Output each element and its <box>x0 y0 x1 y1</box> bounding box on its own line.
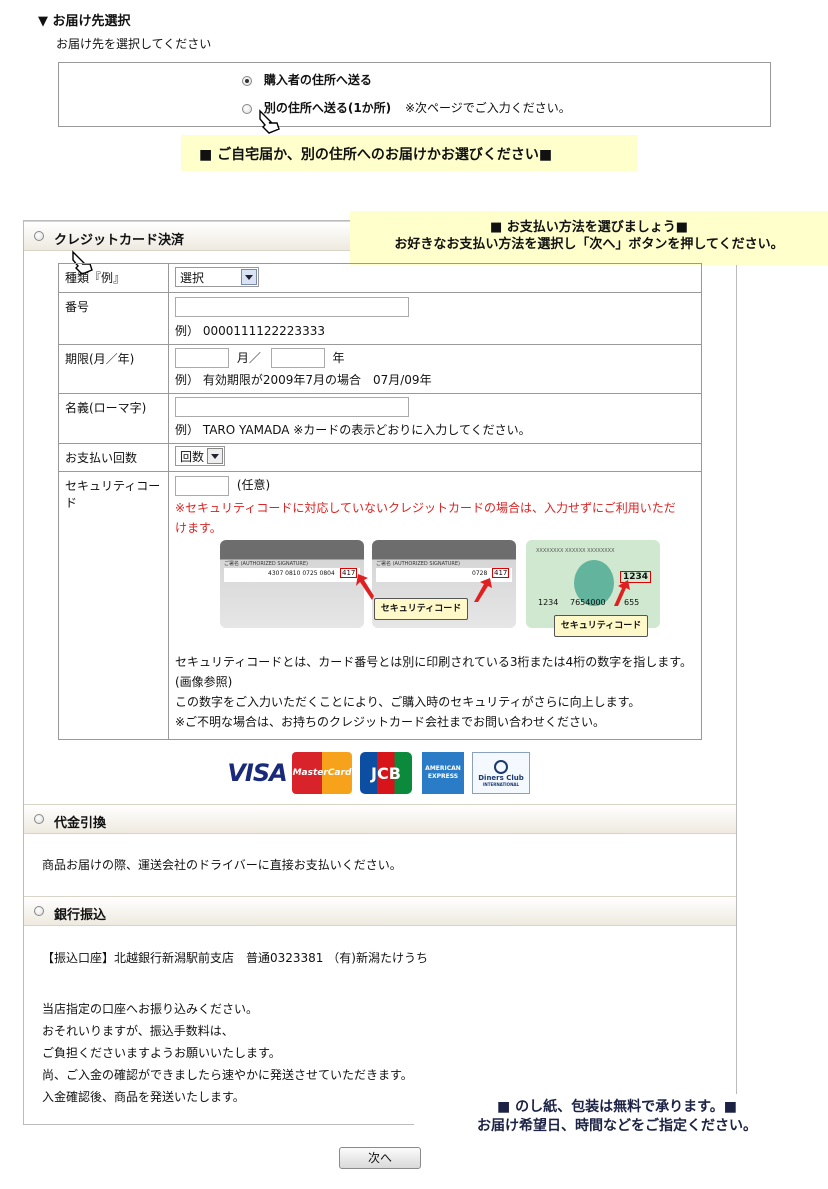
table-row: 番号 例） 0000111122223333 <box>58 292 702 345</box>
option-other-radio[interactable] <box>242 103 252 114</box>
name-cell: 例） TARO YAMADA ※カードの表示どおりに入力してください。 <box>168 393 702 444</box>
visa-logo: VISA <box>226 752 288 794</box>
diners-logo-text: Diners Club <box>478 773 524 782</box>
security-code-tag: セキュリティコード <box>554 615 648 637</box>
amex-logo-text: AMERICAN EXPRESS <box>425 765 461 780</box>
next-button-label: 次へ <box>367 1151 392 1165</box>
installments-cell: 回数 <box>168 443 702 472</box>
credit-header-label: クレジットカード決済 <box>54 233 185 248</box>
bank-line3: ご負担くださいますようお願いいたします。 <box>42 1046 281 1060</box>
diners-logo-sub: INTERNATIONAL <box>482 781 520 787</box>
card-back-image-1: ご署名 (AUTHORIZED SIGNATURE) 4307 0810 072… <box>220 540 364 628</box>
bank-line2: おそれいりますが、振込手数料は、 <box>42 1024 234 1038</box>
security-label: セキュリティコード <box>58 471 169 740</box>
option-buyer-label: 購入者の住所へ送る <box>263 73 372 87</box>
card3-num1: 1234 <box>538 598 559 607</box>
card-type-select-value: 選択 <box>180 271 205 285</box>
expiry-example: 例） 有効期限が2009年7月の場合 07月/09年 <box>175 373 432 387</box>
bank-account: 【振込口座】北越銀行新潟駅前支店 普通0323381 （有)新潟たけうち <box>42 951 428 965</box>
card3-top: XXXXXXXX XXXXXX XXXXXXXX <box>536 548 615 554</box>
card-number-input[interactable] <box>175 297 409 317</box>
security-desc1: セキュリティコードとは、カード番号とは別に印刷されている3桁または4桁の数字を指… <box>175 654 692 689</box>
credit-form-table: 種類『例』 選択 番号 例） 0000111122223333 期限(月／年) … <box>58 263 702 740</box>
number-label: 番号 <box>58 292 169 345</box>
bank-header-label: 銀行振込 <box>54 908 107 923</box>
cod-header[interactable]: 代金引換 <box>24 804 736 834</box>
delivery-note: ■ ご自宅届か、別の住所へのお届けかお選びください■ <box>181 135 637 171</box>
bank-instructions: 当店指定の口座へお振り込みください。 おそれいりますが、振込手数料は、 ご負担く… <box>42 998 413 1108</box>
expiry-month-unit: 月／ <box>236 350 261 365</box>
diners-circle-icon <box>494 759 508 774</box>
chevron-down-icon <box>207 448 224 464</box>
mastercard-logo: MasterCard <box>292 752 352 794</box>
type-label: 種類『例』 <box>58 263 169 293</box>
card-name-input[interactable] <box>175 397 409 417</box>
cod-header-label: 代金引換 <box>54 816 107 831</box>
chevron-down-icon <box>241 269 257 285</box>
bank-line4: 尚、ご入金の確認ができましたら速やかに発送させていただきます。 <box>42 1068 413 1082</box>
credit-radio[interactable] <box>34 231 44 241</box>
option-other-row[interactable]: 別の住所へ送る(1か所) ※次ページでご入力ください。 <box>242 99 571 116</box>
pointer-hand-icon <box>259 109 280 134</box>
security-desc2: この数字をご入力いただくことにより、ご購入時のセキュリティがさらに向上します。 <box>175 694 641 709</box>
bank-line1: 当店指定の口座へお振り込みください。 <box>42 1002 259 1016</box>
bottom-note-line1: ■ のし紙、包装は無料で承ります。■ <box>497 1099 737 1115</box>
security-optional: (任意) <box>236 478 271 492</box>
bank-header[interactable]: 銀行振込 <box>24 896 736 926</box>
installments-label: お支払い回数 <box>58 443 169 472</box>
security-desc3: ※ご不明な場合は、お持ちのクレジットカード会社までお問い合わせください。 <box>175 714 606 729</box>
visa-logo-text: VISA <box>227 759 287 787</box>
table-row: 名義(ローマ字) 例） TARO YAMADA ※カードの表示どおりに入力してく… <box>58 393 702 444</box>
expiry-label: 期限(月／年) <box>58 344 169 394</box>
table-row: 期限(月／年) 月／ 年 例） 有効期限が2009年7月の場合 07月/09年 <box>58 344 702 394</box>
expiry-year-input[interactable] <box>270 348 325 368</box>
card1-digits: 4307 0810 0725 0804 <box>268 570 335 577</box>
cod-text: 商品お届けの際、運送会社のドライバーに直接お支払いください。 <box>42 858 402 872</box>
mastercard-logo-text: MasterCard <box>292 768 352 778</box>
next-button[interactable]: 次へ <box>339 1147 421 1169</box>
arrow-icon <box>614 580 630 606</box>
amex-logo: AMERICAN EXPRESS <box>422 752 464 794</box>
name-label: 名義(ローマ字) <box>58 393 169 444</box>
security-code-input[interactable] <box>175 475 229 496</box>
delivery-note-text: ■ ご自宅届か、別の住所へのお届けかお選びください■ <box>199 147 553 163</box>
jcb-logo: JCB <box>360 752 412 794</box>
payment-note-line1: ■ お支払い方法を選びましょう■ <box>489 220 689 235</box>
delivery-options-box: 購入者の住所へ送る 別の住所へ送る(1か所) ※次ページでご入力ください。 <box>58 62 771 134</box>
jcb-logo-text: JCB <box>371 763 401 783</box>
bottom-note-line2: お届け希望日、時間などをご指定ください。 <box>477 1118 757 1134</box>
installments-select-value: 回数 <box>180 450 205 464</box>
security-warning: ※セキュリティコードに対応していないクレジットカードの場合は、入力せずにご利用い… <box>175 500 676 535</box>
card3-num2: 7654000 <box>570 598 606 607</box>
option-other-note: ※次ページでご入力ください。 <box>404 101 571 115</box>
cod-radio[interactable] <box>34 814 44 824</box>
card2-sig-label: ご署名 (AUTHORIZED SIGNATURE) <box>376 561 460 567</box>
table-row: お支払い回数 回数 <box>58 443 702 472</box>
type-cell: 選択 <box>168 263 702 293</box>
name-example: 例） TARO YAMADA ※カードの表示どおりに入力してください。 <box>175 423 531 437</box>
arrow-icon <box>356 574 374 600</box>
option-buyer-radio[interactable] <box>242 75 252 86</box>
diners-logo: Diners Club INTERNATIONAL <box>472 752 530 794</box>
arrow-icon <box>474 578 492 602</box>
number-example: 例） 0000111122223333 <box>175 324 325 338</box>
expiry-cell: 月／ 年 例） 有効期限が2009年7月の場合 07月/09年 <box>168 344 702 394</box>
number-cell: 例） 0000111122223333 <box>168 292 702 345</box>
bank-line5: 入金確認後、商品を発送いたします。 <box>42 1090 245 1104</box>
card1-sig-label: ご署名 (AUTHORIZED SIGNATURE) <box>224 561 308 567</box>
payment-note-line2: お好きなお支払い方法を選択し「次へ」ボタンを押してください。 <box>394 237 784 252</box>
option-buyer-row[interactable]: 購入者の住所へ送る <box>242 71 372 88</box>
bank-radio[interactable] <box>34 906 44 916</box>
delivery-subtitle: お届け先を選択してください <box>56 37 212 51</box>
expiry-year-unit: 年 <box>332 350 345 365</box>
delivery-title: ▼ お届け先選択 <box>38 14 131 29</box>
bottom-note: ■ のし紙、包装は無料で承ります。■ お届け希望日、時間などをご指定ください。 <box>414 1094 820 1144</box>
payment-note: ■ お支払い方法を選びましょう■ お好きなお支払い方法を選択し「次へ」ボタンを押… <box>350 211 828 265</box>
installments-select[interactable]: 回数 <box>175 446 226 466</box>
card2-code: 417 <box>492 568 510 578</box>
card-type-select[interactable]: 選択 <box>175 267 259 287</box>
table-row: 種類『例』 選択 <box>58 263 702 293</box>
expiry-month-input[interactable] <box>175 348 229 368</box>
security-code-tag: セキュリティコード <box>374 598 468 620</box>
